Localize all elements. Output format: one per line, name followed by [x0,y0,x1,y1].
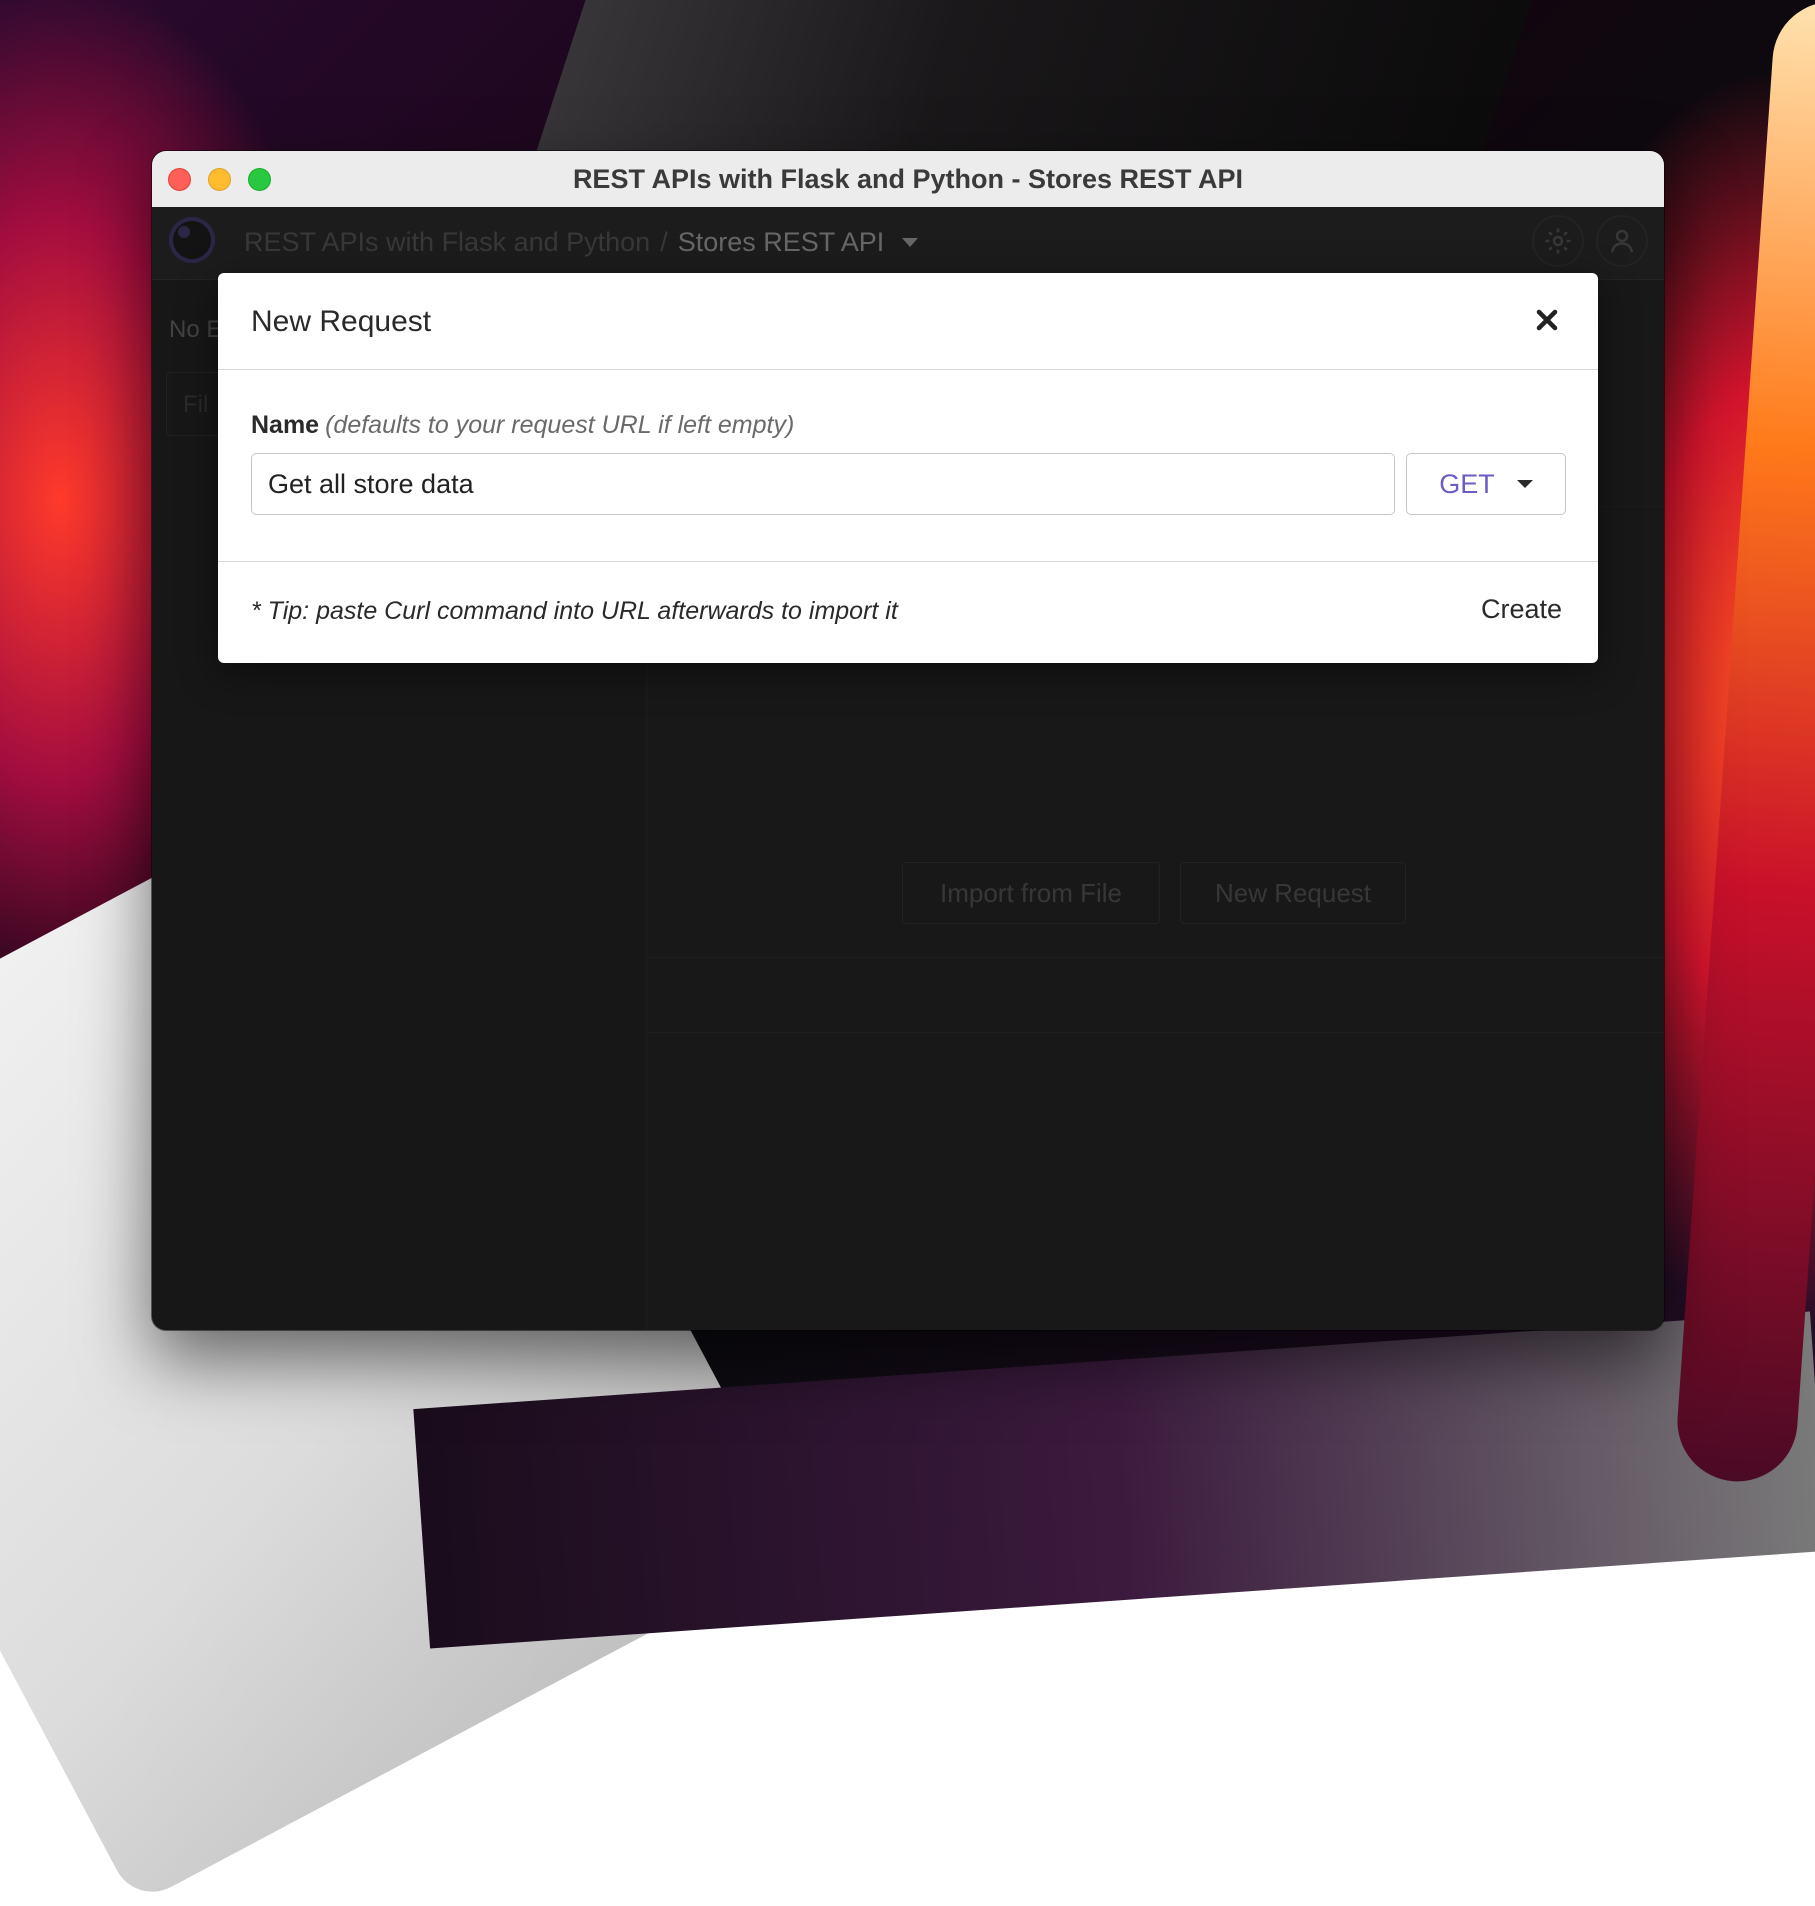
create-button[interactable]: Create [1481,594,1562,625]
window-title: REST APIs with Flask and Python - Stores… [572,163,1244,194]
curl-tip: * Tip: paste Curl command into URL after… [251,597,898,625]
name-label: Name [251,411,320,439]
maximize-window-button[interactable] [248,168,271,191]
wallpaper-right-edge [1673,0,1815,1486]
new-request-modal: New Request Name (defaults to your reques… [218,273,1598,663]
close-button[interactable] [1530,303,1564,337]
modal-header: New Request [218,273,1598,370]
http-method-value: GET [1439,468,1495,499]
modal-body: Name (defaults to your request URL if lef… [218,370,1598,562]
window-titlebar[interactable]: REST APIs with Flask and Python - Stores… [152,151,1664,208]
traffic-lights [168,168,271,191]
close-window-button[interactable] [168,168,191,191]
minimize-window-button[interactable] [208,168,231,191]
request-name-input[interactable] [251,453,1395,515]
name-field-label: Name (defaults to your request URL if lef… [251,411,794,440]
modal-title: New Request [251,305,432,338]
close-icon [1536,309,1558,331]
modal-footer: * Tip: paste Curl command into URL after… [218,562,1598,663]
http-method-dropdown[interactable]: GET [1406,453,1566,515]
name-hint: (defaults to your request URL if left em… [325,411,795,439]
caret-down-icon [1516,480,1533,488]
